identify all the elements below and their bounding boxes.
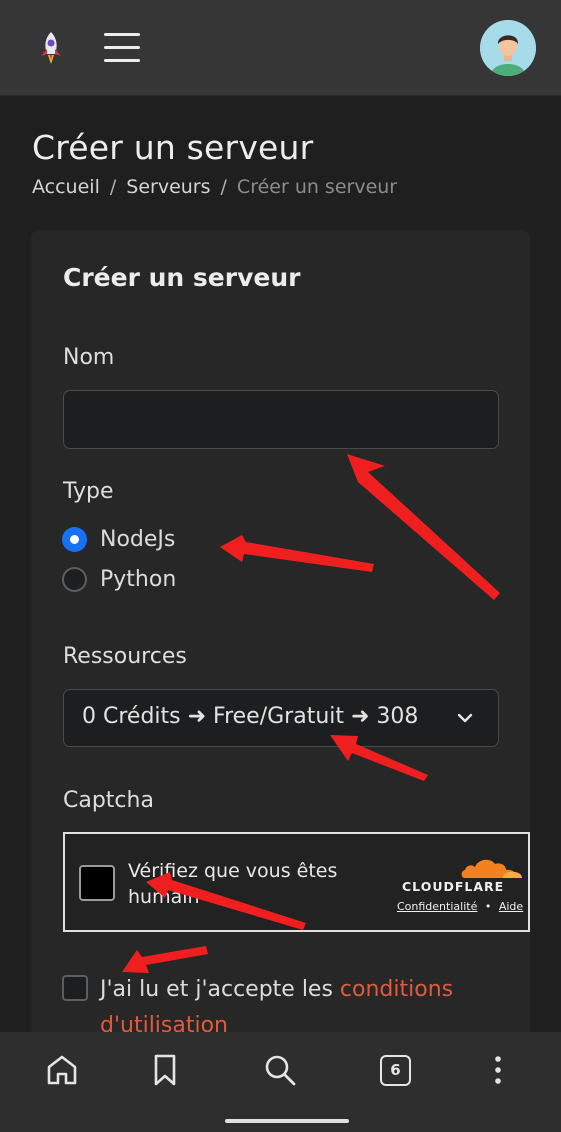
- cloudflare-logo-icon: [461, 859, 522, 878]
- breadcrumb-separator: /: [220, 176, 227, 198]
- type-label: Type: [63, 479, 114, 504]
- cloudflare-captcha-widget: Vérifiez que vous êtes humain CLOUDFLARE…: [63, 832, 530, 932]
- hamburger-menu-icon[interactable]: [104, 33, 140, 63]
- top-bar: [0, 0, 561, 96]
- name-input[interactable]: [63, 390, 499, 449]
- radio-nodejs[interactable]: [62, 527, 87, 552]
- captcha-checkbox[interactable]: [79, 865, 115, 901]
- radio-label-python: Python: [100, 567, 177, 592]
- breadcrumb-current: Créer un serveur: [236, 176, 398, 198]
- tabs-count-button[interactable]: 6: [380, 1055, 411, 1086]
- captcha-links: Confidentialité • Aide: [397, 900, 523, 913]
- link-separator: •: [484, 900, 492, 913]
- privacy-link[interactable]: Confidentialité: [397, 900, 477, 913]
- breadcrumb-servers-link[interactable]: Serveurs: [126, 176, 210, 198]
- chevron-down-icon: [457, 713, 473, 723]
- captcha-text: Vérifiez que vous êtes humain: [128, 860, 338, 908]
- type-option-python[interactable]: Python: [62, 567, 176, 592]
- card-title: Créer un serveur: [63, 263, 301, 292]
- captcha-label: Captcha: [63, 788, 154, 813]
- bookmark-icon[interactable]: [147, 1052, 183, 1088]
- radio-label-nodejs: NodeJs: [100, 527, 176, 552]
- resources-select[interactable]: 0 Crédits ➜ Free/Gratuit ➜ 308: [63, 689, 499, 747]
- breadcrumb-home-link[interactable]: Accueil: [32, 176, 100, 198]
- breadcrumb: Accueil / Serveurs / Créer un serveur: [32, 176, 397, 198]
- terms-checkbox[interactable]: [62, 975, 88, 1001]
- rocket-icon[interactable]: [36, 30, 66, 66]
- terms-prefix: J'ai lu et j'accepte les: [100, 977, 340, 1002]
- help-link[interactable]: Aide: [499, 900, 523, 913]
- name-label: Nom: [63, 345, 115, 370]
- gesture-home-indicator[interactable]: [225, 1119, 349, 1123]
- type-option-nodejs[interactable]: NodeJs: [62, 527, 175, 552]
- radio-python[interactable]: [62, 567, 87, 592]
- cloudflare-brand: CLOUDFLARE: [402, 879, 505, 894]
- search-icon[interactable]: [262, 1052, 298, 1088]
- user-avatar-icon[interactable]: [480, 20, 536, 76]
- resources-label: Ressources: [63, 644, 187, 669]
- more-vertical-icon[interactable]: [480, 1052, 516, 1088]
- page-title: Créer un serveur: [32, 128, 314, 167]
- resources-selected-value: 0 Crédits ➜ Free/Gratuit ➜ 308: [82, 704, 419, 729]
- home-icon[interactable]: [44, 1052, 80, 1088]
- breadcrumb-separator: /: [109, 176, 117, 198]
